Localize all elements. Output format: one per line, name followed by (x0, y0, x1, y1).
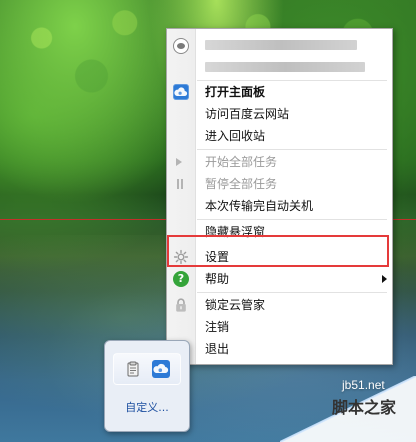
redacted-username (205, 40, 357, 50)
watermark-site: jb51.net (342, 378, 385, 392)
user-info-row (167, 29, 392, 81)
notification-area-overflow-popup: 自定义... (104, 340, 190, 432)
redacted-account-info (205, 62, 365, 72)
baidu-cloud-tray-icon[interactable] (152, 360, 170, 378)
menu-label: 隐藏悬浮窗 (205, 225, 266, 239)
menu-label: 开始全部任务 (205, 155, 278, 169)
menu-label: 访问百度云网站 (205, 107, 290, 121)
menu-label: 暂停全部任务 (205, 177, 278, 191)
user-avatar-icon (173, 38, 189, 54)
desktop-wallpaper: 打开主面板 访问百度云网站 进入回收站 开始全部任务 暂停全部任务 本次传输完自… (0, 0, 416, 442)
menu-item-settings[interactable]: 设置 (167, 246, 392, 268)
menu-item-visit-website[interactable]: 访问百度云网站 (167, 103, 392, 125)
menu-separator (197, 149, 387, 150)
baidu-cloud-icon (173, 84, 189, 100)
menu-label: 设置 (205, 250, 230, 264)
menu-item-logout[interactable]: 注销 (167, 316, 392, 338)
menu-label: 本次传输完自动关机 (205, 199, 314, 213)
menu-label: 打开主面板 (205, 85, 266, 99)
pause-icon (176, 179, 184, 189)
menu-item-help[interactable]: ? 帮助 (167, 268, 392, 290)
menu-label: 帮助 (205, 272, 230, 286)
menu-label: 进入回收站 (205, 129, 266, 143)
menu-item-hide-floating-window[interactable]: 隐藏悬浮窗 (167, 221, 392, 243)
menu-item-exit[interactable]: 退出 (167, 338, 392, 360)
menu-label: 注销 (205, 320, 230, 334)
menu-separator (197, 219, 387, 220)
menu-item-recycle-bin[interactable]: 进入回收站 (167, 125, 392, 147)
help-icon: ? (173, 271, 189, 287)
watermark-name: 脚本之家 (332, 398, 397, 417)
menu-label: 锁定云管家 (205, 298, 266, 312)
lock-icon (174, 297, 188, 313)
play-icon (176, 158, 182, 166)
menu-item-start-all[interactable]: 开始全部任务 (167, 151, 392, 173)
tray-icons-area (113, 353, 181, 385)
gear-icon (173, 249, 189, 265)
site-watermark: jb51.net 脚本之家 (280, 376, 416, 442)
menu-item-lock-cloud-manager[interactable]: 锁定云管家 (167, 294, 392, 316)
menu-item-auto-shutdown[interactable]: 本次传输完自动关机 (167, 195, 392, 217)
submenu-chevron-right-icon (382, 275, 387, 283)
clipboard-icon[interactable] (124, 360, 142, 378)
menu-item-open-main-panel[interactable]: 打开主面板 (167, 81, 392, 103)
menu-label: 退出 (205, 342, 230, 356)
menu-item-pause-all[interactable]: 暂停全部任务 (167, 173, 392, 195)
menu-separator (197, 292, 387, 293)
customize-link[interactable]: 自定义... (105, 399, 189, 415)
tray-context-menu: 打开主面板 访问百度云网站 进入回收站 开始全部任务 暂停全部任务 本次传输完自… (166, 28, 393, 365)
